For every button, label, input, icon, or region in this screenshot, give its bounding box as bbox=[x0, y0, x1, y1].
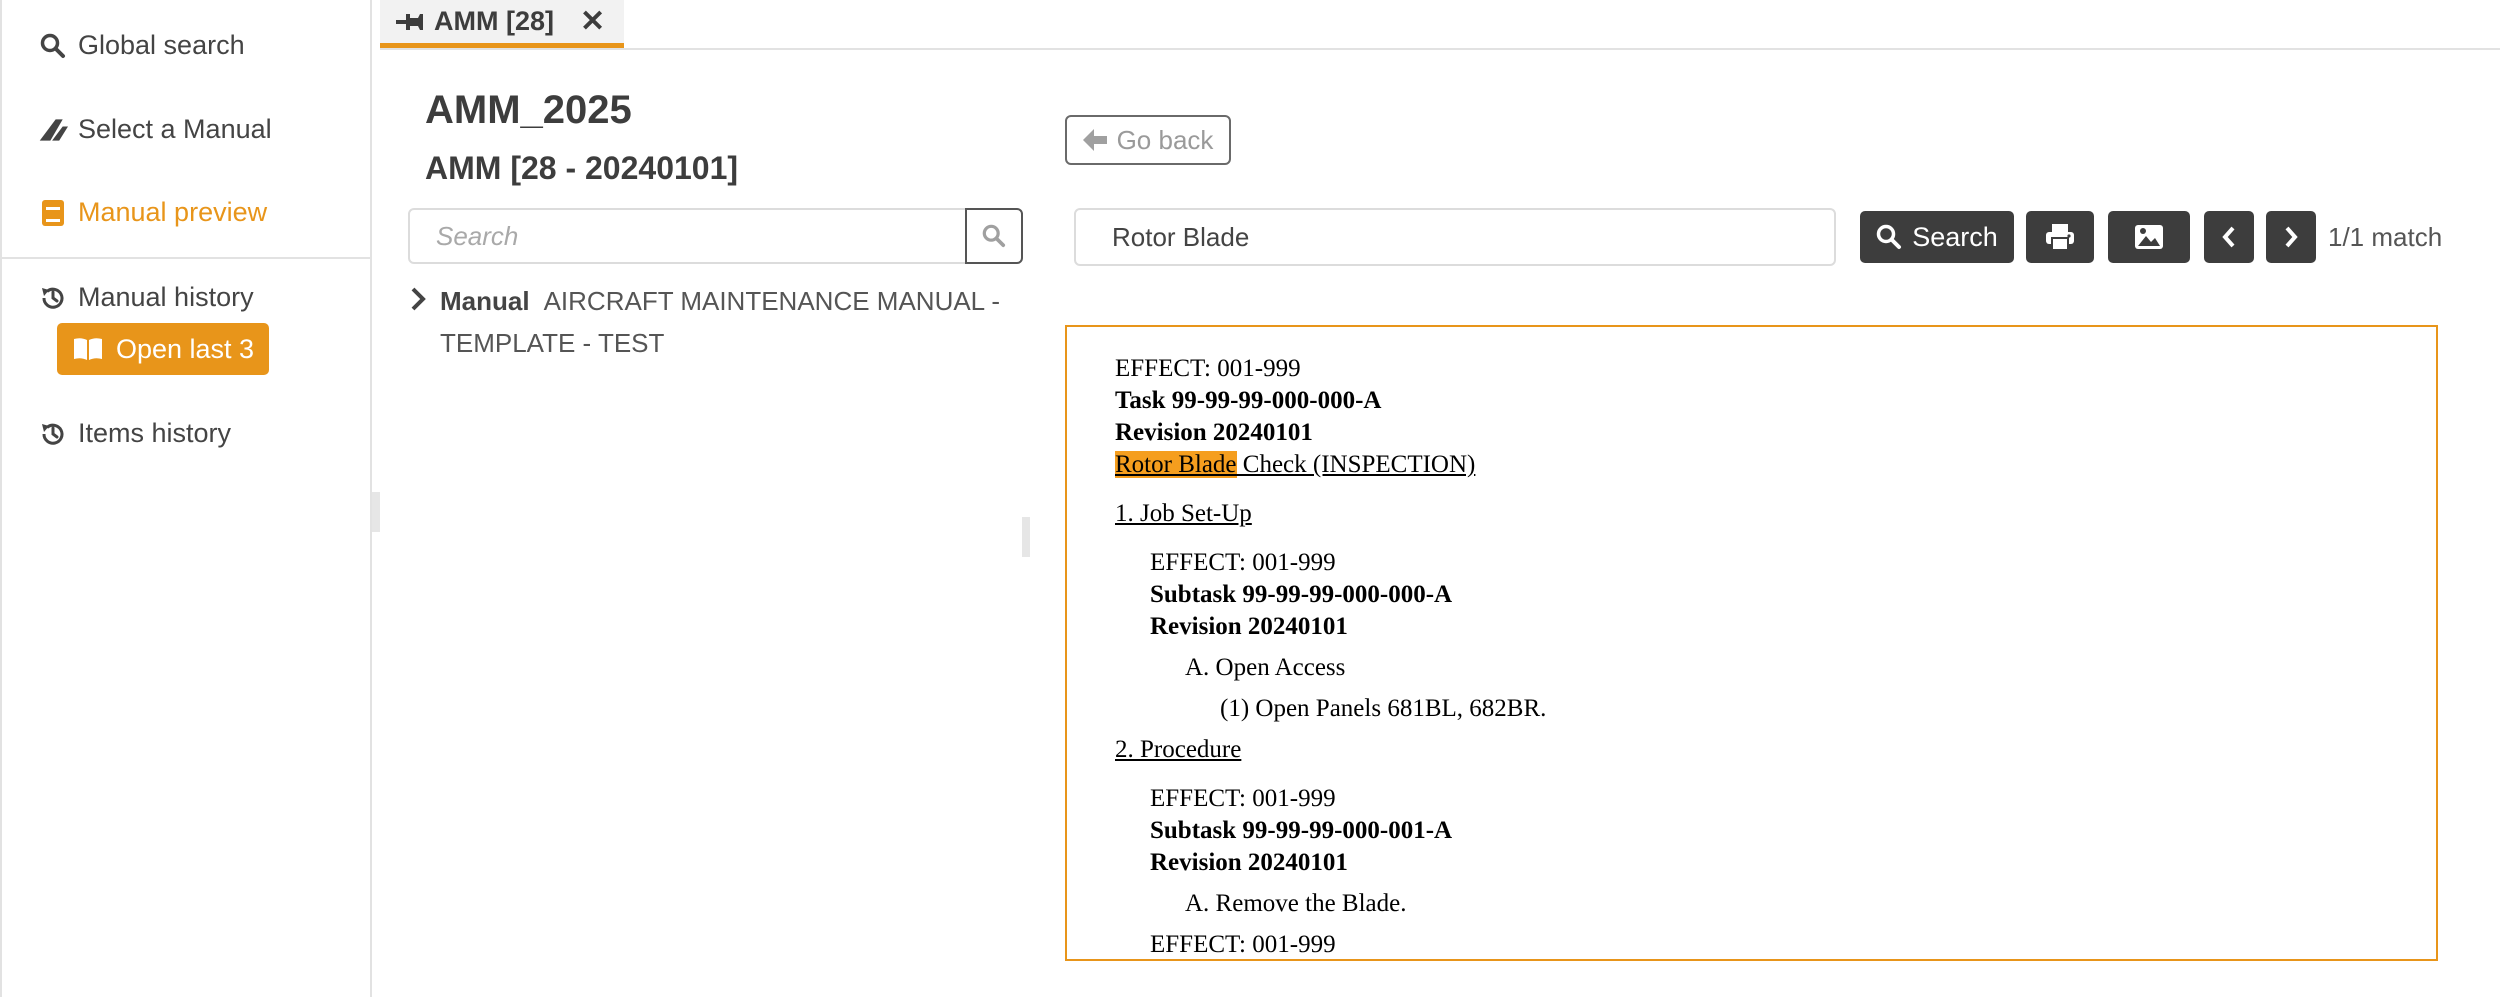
match-count: 1/1 match bbox=[2328, 222, 2443, 252]
subtask-number: Subtask 99-99-99-000-000-A bbox=[1150, 581, 1453, 608]
go-back-button[interactable]: Go back bbox=[1065, 115, 1231, 165]
chevron-right-icon[interactable] bbox=[410, 280, 440, 364]
nav-global-search[interactable]: Global search bbox=[38, 30, 245, 61]
nav-manual-preview[interactable]: Manual preview bbox=[38, 197, 267, 228]
print-button[interactable] bbox=[2026, 211, 2094, 263]
effect-line: EFFECT: 001-999 bbox=[1150, 931, 1336, 958]
search-icon bbox=[1876, 224, 1902, 250]
nav-items-history[interactable]: Items history bbox=[38, 418, 231, 449]
nav-manual-history-label: Manual history bbox=[78, 282, 254, 312]
tab-label: AMM [28] bbox=[434, 6, 554, 36]
sidebar: Global search Select a Manual Manual pre… bbox=[0, 0, 380, 997]
nav-manual-preview-label: Manual preview bbox=[78, 197, 268, 227]
arrow-left-icon bbox=[1082, 129, 1107, 151]
revision-line: Revision 20240101 bbox=[1150, 613, 1348, 640]
airplane-tail-icon bbox=[38, 115, 68, 145]
tab-bar: AMM [28] ✕ bbox=[380, 0, 2500, 50]
nav-manual-history[interactable]: Manual history bbox=[38, 282, 254, 313]
page-title: AMM_2025 bbox=[425, 88, 632, 132]
section-heading[interactable]: 2. Procedure bbox=[1115, 736, 1241, 764]
image-icon bbox=[2134, 224, 2164, 250]
manual-subtitle: AMM [28 - 20240101] bbox=[425, 150, 739, 186]
task-number: Task 99-99-99-000-000-A bbox=[1115, 387, 1382, 414]
go-back-label: Go back bbox=[1116, 124, 1214, 155]
pin-icon[interactable] bbox=[396, 10, 424, 34]
sidebar-resize-handle[interactable] bbox=[372, 492, 380, 532]
revision-line: Revision 20240101 bbox=[1115, 419, 1313, 446]
nav-global-search-label: Global search bbox=[78, 30, 245, 60]
tree-node-type: Manual bbox=[440, 286, 530, 316]
tree-node-label: AIRCRAFT MAINTENANCE MANUAL - bbox=[543, 286, 1001, 316]
tab-amm[interactable]: AMM [28] ✕ bbox=[380, 0, 624, 48]
nav-select-manual[interactable]: Select a Manual bbox=[38, 114, 272, 145]
history-icon bbox=[38, 419, 68, 449]
tree-node-label-cont: TEMPLATE - TEST bbox=[440, 328, 665, 358]
document-viewer[interactable]: EFFECT: 001-999 Task 99-99-99-000-000-A … bbox=[1065, 325, 2438, 961]
task-title-rest: Check (INSPECTION) bbox=[1236, 451, 1476, 478]
document-search-input[interactable] bbox=[1074, 208, 1836, 266]
task-title: Rotor Blade Check (INSPECTION) bbox=[1115, 451, 1475, 479]
effect-line: EFFECT: 001-999 bbox=[1150, 785, 1336, 812]
search-button[interactable]: Search bbox=[1860, 211, 2014, 263]
history-icon bbox=[38, 283, 68, 313]
open-last-label: Open last 3 bbox=[115, 333, 255, 364]
print-icon bbox=[2045, 223, 2075, 251]
open-last-button[interactable]: Open last 3 bbox=[57, 323, 269, 375]
search-icon bbox=[982, 224, 1006, 248]
next-match-button[interactable] bbox=[2266, 211, 2316, 263]
nav-items-history-label: Items history bbox=[78, 418, 232, 448]
previous-match-button[interactable] bbox=[2204, 211, 2254, 263]
revision-line: Revision 20240101 bbox=[1150, 849, 1348, 876]
chevron-left-icon bbox=[2221, 225, 2237, 249]
search-highlight: Rotor Blade bbox=[1115, 451, 1237, 478]
nav-divider bbox=[2, 257, 372, 259]
tree-search-input[interactable] bbox=[408, 208, 968, 264]
nav-select-manual-label: Select a Manual bbox=[78, 114, 272, 144]
step-line: (1) Open Panels 681BL, 682BR. bbox=[1220, 695, 1547, 722]
chevron-right-icon bbox=[2283, 225, 2299, 249]
effect-line: EFFECT: 001-999 bbox=[1115, 355, 1301, 382]
search-icon bbox=[38, 31, 68, 61]
section-heading[interactable]: 1. Job Set-Up bbox=[1115, 500, 1252, 528]
step-line: A. Remove the Blade. bbox=[1185, 890, 1407, 917]
close-icon[interactable]: ✕ bbox=[580, 4, 605, 39]
step-line: A. Open Access bbox=[1185, 654, 1346, 681]
tree-panel: AMM_2025 AMM [28 - 20240101] Manual AIRCR… bbox=[380, 80, 1030, 997]
search-button-label: Search bbox=[1912, 221, 1998, 252]
tree-search-button[interactable] bbox=[965, 208, 1023, 264]
image-button[interactable] bbox=[2108, 211, 2190, 263]
panel-resize-handle[interactable] bbox=[1022, 517, 1030, 557]
effect-line: EFFECT: 001-999 bbox=[1150, 549, 1336, 576]
tree-node-manual[interactable]: Manual AIRCRAFT MAINTENANCE MANUAL - TEMP… bbox=[410, 280, 1020, 364]
open-book-icon bbox=[72, 336, 104, 362]
book-icon bbox=[38, 198, 68, 228]
subtask-number: Subtask 99-99-99-000-001-A bbox=[1150, 817, 1453, 844]
